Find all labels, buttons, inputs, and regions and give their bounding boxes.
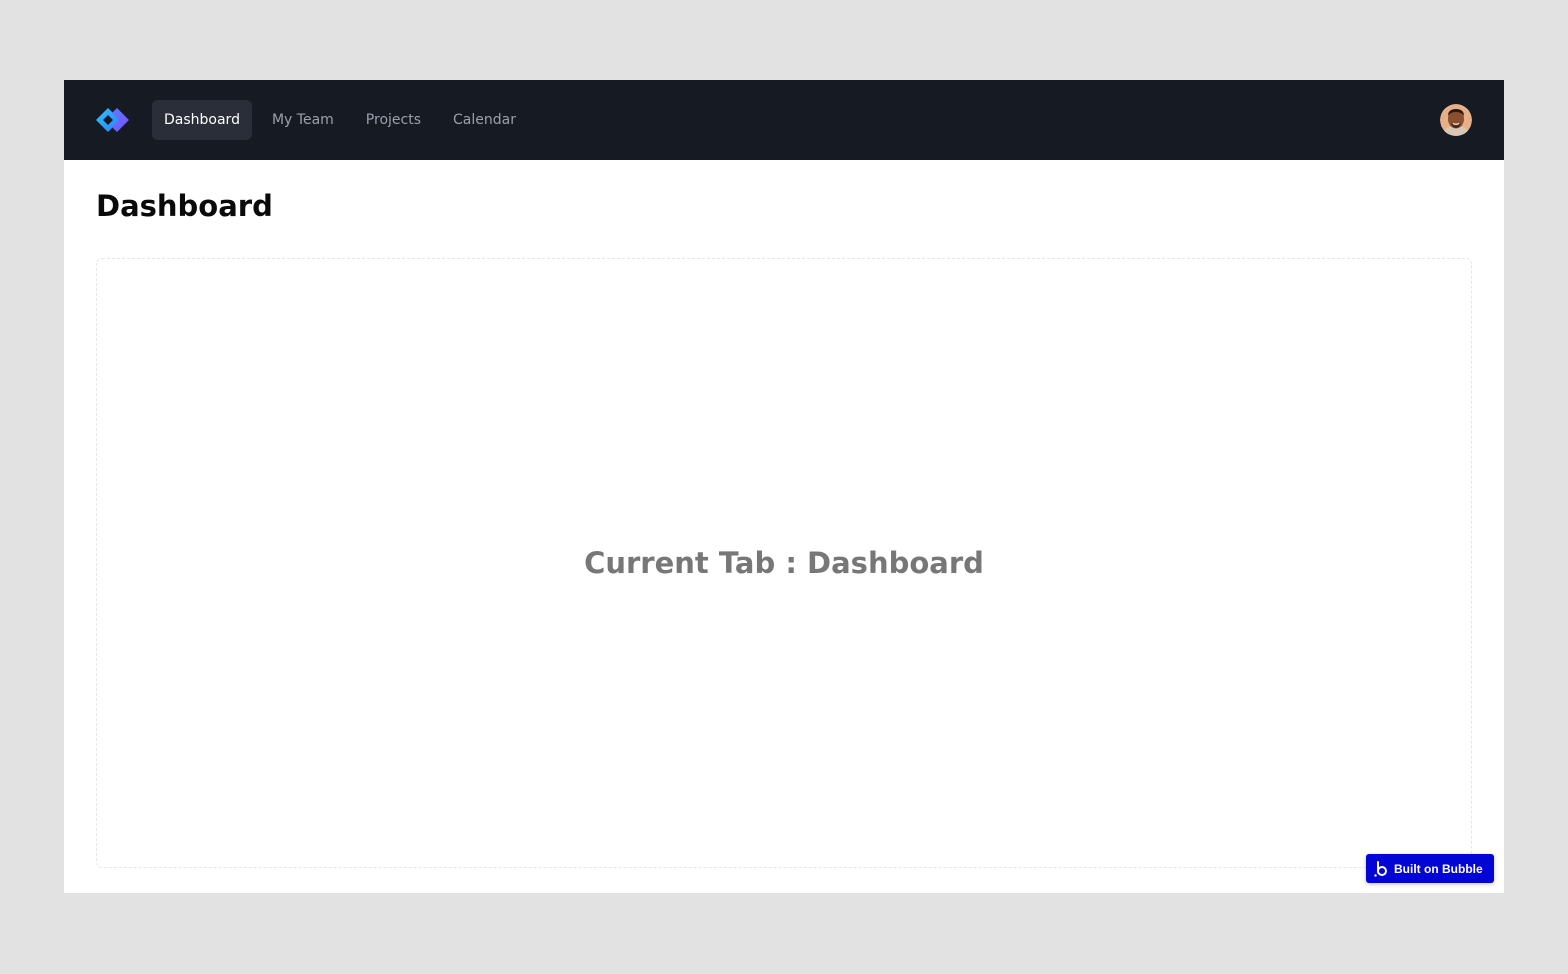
bubble-logo-icon [1374,860,1387,877]
top-navbar: Dashboard My Team Projects Calendar [64,80,1504,160]
badge-label: Built on Bubble [1394,861,1483,876]
nav-tabs: Dashboard My Team Projects Calendar [152,100,536,140]
app-frame: Dashboard My Team Projects Calendar Dash… [64,80,1504,893]
diamond-logo-icon[interactable] [96,108,129,132]
current-tab-text: Current Tab : Dashboard [584,546,984,580]
avatar-image [1440,104,1472,136]
tab-projects[interactable]: Projects [354,100,433,140]
tab-calendar[interactable]: Calendar [441,100,528,140]
page-title: Dashboard [96,189,273,223]
user-avatar[interactable] [1440,104,1472,136]
tab-dashboard[interactable]: Dashboard [152,100,252,140]
tab-content-panel: Current Tab : Dashboard [96,258,1472,868]
built-on-bubble-badge[interactable]: Built on Bubble [1366,854,1494,883]
tab-my-team[interactable]: My Team [260,100,346,140]
